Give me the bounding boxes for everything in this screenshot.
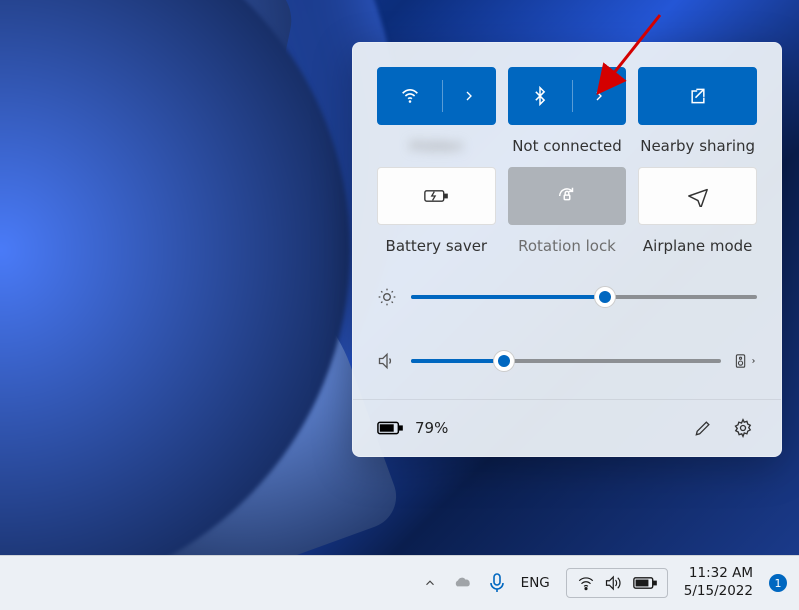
bluetooth-expand[interactable]	[573, 88, 625, 104]
battery-saver-tile[interactable]	[377, 167, 496, 225]
tray-overflow-button[interactable]	[423, 576, 437, 590]
brightness-slider[interactable]	[411, 295, 757, 299]
rotation-lock-label: Rotation lock	[508, 237, 627, 255]
bluetooth-icon	[509, 86, 573, 106]
bluetooth-tile[interactable]	[508, 67, 627, 125]
settings-button[interactable]	[729, 414, 757, 442]
edit-button[interactable]	[689, 414, 717, 442]
volume-icon	[377, 351, 397, 371]
taskbar-date: 5/15/2022	[684, 583, 753, 601]
taskbar-clock[interactable]: 11:32 AM 5/15/2022	[684, 565, 753, 600]
audio-output-button[interactable]	[735, 351, 757, 371]
brightness-slider-row	[377, 287, 757, 307]
taskbar-time: 11:32 AM	[684, 565, 753, 583]
bluetooth-label: Not connected	[508, 137, 627, 155]
wifi-expand[interactable]	[443, 88, 495, 104]
microphone-icon[interactable]	[489, 573, 505, 593]
quick-settings-panel: Hidden Not connected Nearby sharin	[352, 42, 782, 457]
airplane-mode-label: Airplane mode	[638, 237, 757, 255]
notification-badge[interactable]: 1	[769, 574, 787, 592]
battery-icon[interactable]	[377, 420, 403, 436]
nearby-sharing-tile[interactable]	[638, 67, 757, 125]
battery-saver-label: Battery saver	[377, 237, 496, 255]
share-icon	[639, 86, 756, 106]
volume-slider-row	[377, 351, 757, 371]
taskbar: ENG 11:32 AM 5/15/2022 1	[0, 555, 799, 610]
tray-volume-icon	[605, 575, 623, 591]
battery-saver-icon	[378, 188, 495, 204]
wifi-tile[interactable]	[377, 67, 496, 125]
wifi-icon	[378, 85, 442, 107]
wifi-label: Hidden	[377, 137, 496, 155]
system-tray-cluster[interactable]	[566, 568, 668, 598]
airplane-mode-tile[interactable]	[638, 167, 757, 225]
airplane-icon	[639, 185, 756, 207]
tray-wifi-icon	[577, 575, 595, 591]
rotation-lock-icon	[509, 185, 626, 207]
rotation-lock-tile	[508, 167, 627, 225]
battery-percentage: 79%	[415, 419, 448, 437]
brightness-icon	[377, 287, 397, 307]
tray-battery-icon	[633, 576, 657, 590]
onedrive-icon[interactable]	[453, 576, 473, 590]
language-indicator[interactable]: ENG	[521, 575, 550, 591]
nearby-sharing-label: Nearby sharing	[638, 137, 757, 155]
volume-slider[interactable]	[411, 359, 721, 363]
